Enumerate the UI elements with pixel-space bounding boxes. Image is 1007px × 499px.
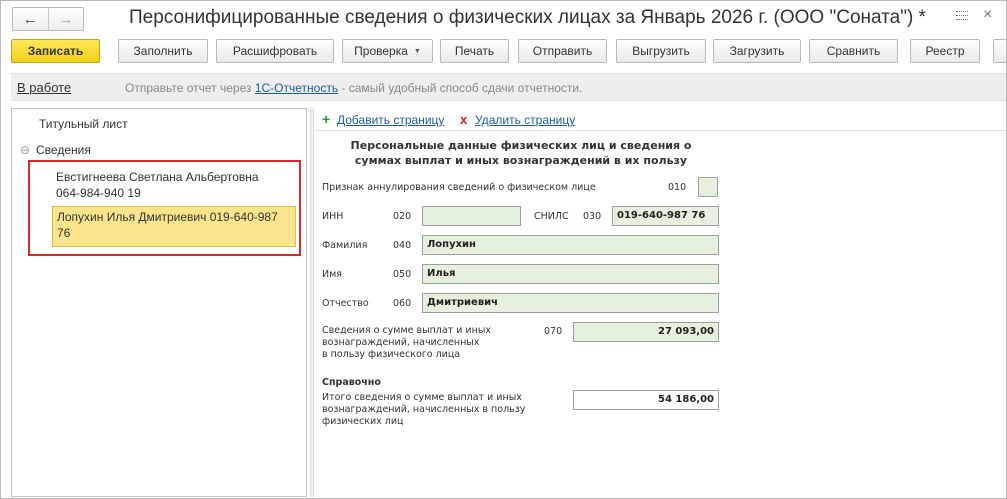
infobar-message-suffix: - самый удобный способ сдачи отчетности. <box>338 81 583 95</box>
surname-field[interactable]: Лопухин <box>422 235 719 255</box>
inn-label: ИНН <box>322 211 344 222</box>
decode-button[interactable]: Расшифровать <box>216 39 334 63</box>
annul-checkbox[interactable] <box>698 177 718 197</box>
toolbar: Записать Заполнить Расшифровать Проверка… <box>1 39 1007 63</box>
close-icon[interactable]: × <box>983 6 992 24</box>
total-label: Итого сведения о сумме выплат и иных воз… <box>322 392 525 428</box>
patronymic-field[interactable]: Дмитриевич <box>422 293 719 313</box>
delete-icon[interactable]: x <box>460 112 467 127</box>
reference-title: Справочно <box>322 377 381 388</box>
total-label-line2: вознаграждений, начисленных в пользу <box>322 404 526 415</box>
navigation-buttons: ← → <box>12 7 84 31</box>
person-snils: 76 <box>57 226 71 240</box>
tree-item-person-selected[interactable]: Лопухин Илья Дмитриевич 019-640-987 76 <box>52 206 296 247</box>
forward-arrow-icon[interactable]: → <box>47 8 84 30</box>
more-actions-button[interactable] <box>993 39 1007 63</box>
total-label-line1: Итого сведения о сумме выплат и иных <box>322 392 522 403</box>
inn-code: 020 <box>393 211 412 222</box>
surname-code: 040 <box>393 240 412 251</box>
check-button-label: Проверка <box>354 44 408 58</box>
back-arrow-icon[interactable]: ← <box>13 8 48 30</box>
snils-label: СНИЛС <box>534 211 569 222</box>
payments-label-line3: в пользу физического лица <box>322 349 461 360</box>
person-snils: 064-984-940 19 <box>56 186 141 200</box>
payments-code: 070 <box>544 326 563 337</box>
delete-page-link[interactable]: Удалить страницу <box>475 113 575 127</box>
form-heading: Персональные данные физических лиц и све… <box>315 138 727 168</box>
form-heading-line1: Персональные данные физических лиц и све… <box>350 139 692 152</box>
report-state-link[interactable]: В работе <box>17 80 71 95</box>
person-name: Лопухин Илья Дмитриевич 019-640-987 <box>57 210 278 224</box>
annul-label: Признак аннулирования сведений о физичес… <box>322 182 596 193</box>
page-actions-bar: + Добавить страницу x Удалить страницу <box>315 111 1006 131</box>
report-form: + Добавить страницу x Удалить страницу П… <box>315 108 1006 497</box>
check-dropdown-button[interactable]: Проверка ▼ <box>342 39 433 63</box>
snils-field[interactable]: 019-640-987 76 <box>612 206 719 226</box>
compare-button[interactable]: Сравнить <box>809 39 898 63</box>
window-title: Персонифицированные сведения о физически… <box>129 7 926 28</box>
total-label-line3: физических лиц <box>322 416 404 427</box>
payments-label-line2: вознаграждений, начисленных <box>322 337 480 348</box>
payments-label: Сведения о сумме выплат и иных вознаграж… <box>322 325 491 361</box>
tree-section-label: Сведения <box>36 143 91 157</box>
status-infobar: В работе Отправьте отчет через 1С-Отчетн… <box>11 73 1006 101</box>
name-code: 050 <box>393 269 412 280</box>
infobar-message-prefix: Отправьте отчет через <box>125 81 255 95</box>
name-label: Имя <box>322 269 342 280</box>
save-button[interactable]: Записать <box>11 39 100 63</box>
person-name: Евстигнеева Светлана Альбертовна <box>56 170 259 184</box>
reporting-service-link[interactable]: 1С-Отчетность <box>255 81 338 95</box>
patronymic-code: 060 <box>393 298 412 309</box>
collapse-icon[interactable]: ⊖ <box>20 143 30 157</box>
tree-item-section[interactable]: ⊖ Сведения <box>20 143 91 157</box>
chevron-down-icon: ▼ <box>413 47 421 55</box>
print-button[interactable]: Печать <box>440 39 509 63</box>
payments-field[interactable]: 27 093,00 <box>573 322 719 342</box>
sections-tree: Титульный лист ⊖ Сведения Евстигнеева Све… <box>11 108 307 497</box>
export-button[interactable]: Выгрузить <box>616 39 706 63</box>
tree-item-title-page[interactable]: Титульный лист <box>39 117 128 131</box>
patronymic-label: Отчество <box>322 298 369 309</box>
form-heading-line2: суммах выплат и иных вознаграждений в их… <box>354 154 688 167</box>
name-field[interactable]: Илья <box>422 264 719 284</box>
send-button[interactable]: Отправить <box>518 39 607 63</box>
total-field: 54 186,00 <box>573 390 719 410</box>
payments-label-line1: Сведения о сумме выплат и иных <box>322 325 491 336</box>
tree-item-person[interactable]: Евстигнеева Светлана Альбертовна 064-984… <box>56 169 296 201</box>
import-button[interactable]: Загрузить <box>713 39 801 63</box>
report-window: ← → Персонифицированные сведения о физич… <box>0 0 1007 499</box>
annul-code: 010 <box>668 182 687 193</box>
snils-code: 030 <box>583 211 602 222</box>
registry-button[interactable]: Реестр <box>910 39 980 63</box>
infobar-message: Отправьте отчет через 1С-Отчетность - са… <box>125 81 582 95</box>
surname-label: Фамилия <box>322 240 368 251</box>
menu-icon[interactable] <box>956 9 970 23</box>
add-icon[interactable]: + <box>322 111 330 127</box>
add-page-link[interactable]: Добавить страницу <box>337 113 444 127</box>
fill-button[interactable]: Заполнить <box>118 39 208 63</box>
inn-field[interactable] <box>422 206 521 226</box>
panel-splitter[interactable] <box>310 108 314 497</box>
title-bar: ← → Персонифицированные сведения о физич… <box>1 1 1006 36</box>
